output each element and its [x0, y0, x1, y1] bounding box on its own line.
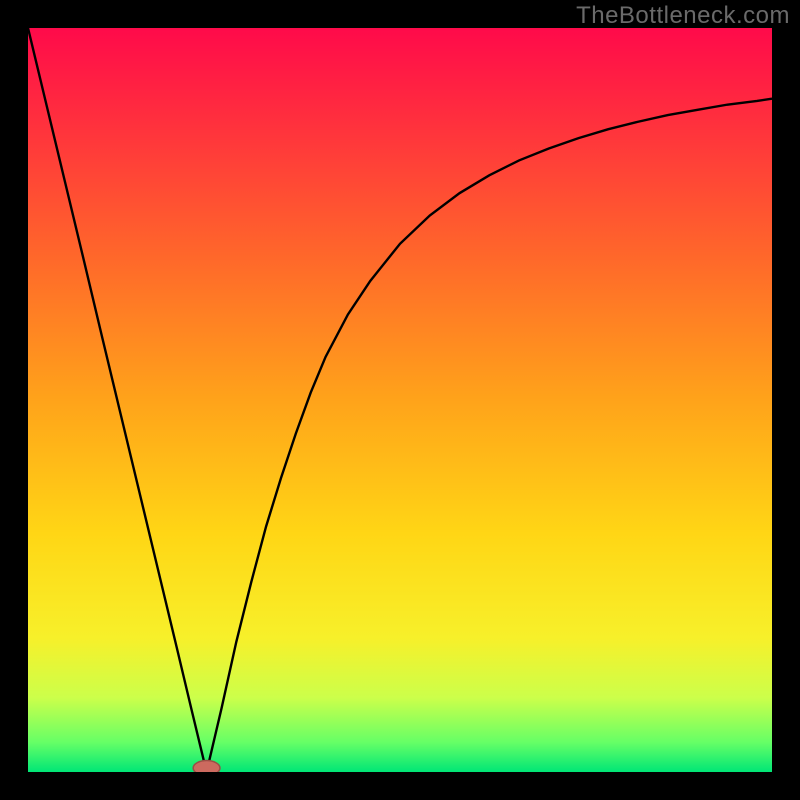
watermark-text: TheBottleneck.com [576, 2, 790, 30]
plot-area [28, 28, 772, 772]
chart-frame: TheBottleneck.com [0, 0, 800, 800]
min-marker [28, 28, 772, 772]
